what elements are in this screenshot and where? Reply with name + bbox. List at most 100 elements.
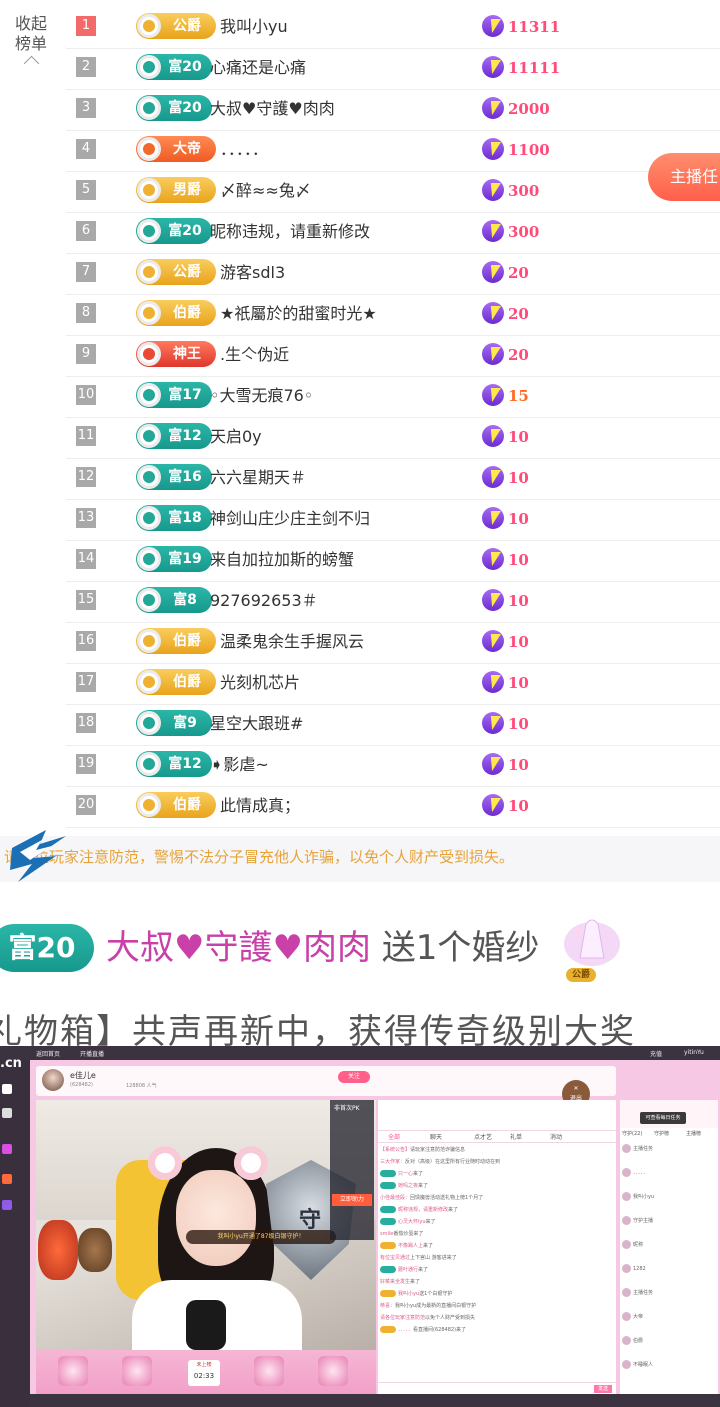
seat-2[interactable] xyxy=(122,1356,152,1386)
ranking-row[interactable]: 1 公爵 我叫小yu 11311 xyxy=(66,7,720,49)
user-name[interactable]: 昵称违规，请重新修改 xyxy=(210,221,370,243)
chat-user[interactable]: 请各位玩家注意防范 xyxy=(380,1315,425,1321)
user-name[interactable]: ★祇屬於的甜蜜时光★ xyxy=(220,303,377,325)
seat-3[interactable] xyxy=(254,1356,284,1386)
user-name[interactable]: ．．．．． xyxy=(220,139,268,161)
chat-tab[interactable]: 聊天 xyxy=(430,1132,442,1141)
ranking-row[interactable]: 9 神王 .生亽伪近 20 xyxy=(66,335,720,377)
send-button[interactable]: 发送 xyxy=(594,1385,612,1393)
user-name[interactable]: 神剑山庄少庄主剑不归 xyxy=(210,508,370,530)
ranking-row[interactable]: 12 富16 六六星期天＃ 10 xyxy=(66,458,720,500)
user-name[interactable]: 游客sdl3 xyxy=(220,262,285,284)
user-name[interactable]: ➧影虐~ xyxy=(210,754,269,776)
ranking-row[interactable]: 8 伯爵 ★祇屬於的甜蜜时光★ 20 xyxy=(66,294,720,336)
chat-user[interactable]: 好菜来全发生 xyxy=(380,1279,410,1285)
guard-list-item[interactable]: 昵称 xyxy=(622,1240,716,1254)
ranking-row[interactable]: 5 男爵 〆醉≈≈兔〆 300 xyxy=(66,171,720,213)
chat-user[interactable]: 有位宝贝通过 xyxy=(380,1255,410,1261)
guard-list-item[interactable]: 主播任务 xyxy=(622,1288,716,1302)
seat-4[interactable] xyxy=(318,1356,348,1386)
ranking-row[interactable]: 19 富12 ➧影虐~ 10 xyxy=(66,745,720,787)
chat-user[interactable]: 我叫小yu xyxy=(398,1291,419,1297)
anchor-avatar[interactable] xyxy=(42,1069,64,1091)
user-name[interactable]: 六六星期天＃ xyxy=(210,467,306,489)
follow-button[interactable]: 关注 xyxy=(338,1071,370,1083)
ranking-row[interactable]: 16 伯爵 温柔鬼余生手握风云 10 xyxy=(66,622,720,664)
seat-1[interactable] xyxy=(58,1356,88,1386)
chat-user[interactable]: 不像踢人上 xyxy=(398,1243,423,1249)
nav-game-icon[interactable] xyxy=(2,1144,12,1154)
chat-user[interactable]: 只一心 xyxy=(398,1171,413,1177)
guard-list-item[interactable]: 伯爵 xyxy=(622,1336,716,1350)
ranking-row[interactable]: 13 富18 神剑山庄少庄主剑不归 10 xyxy=(66,499,720,541)
guard-list-item[interactable]: 主播任务 xyxy=(622,1144,716,1158)
user-name[interactable]: 温柔鬼余生手握风云 xyxy=(220,631,364,653)
ranking-row[interactable]: 3 富20 大叔♥守護♥肉肉 2000 xyxy=(66,89,720,131)
ranking-row[interactable]: 15 富8 927692653＃ 10 xyxy=(66,581,720,623)
chat-user[interactable]: smile xyxy=(380,1231,393,1237)
chat-tab[interactable]: 礼单 xyxy=(510,1132,522,1141)
user-name[interactable]: 心痛还是心痛 xyxy=(210,57,306,79)
lightning-bolt-icon xyxy=(482,753,504,775)
user-name[interactable]: .生亽伪近 xyxy=(220,344,289,366)
user-name[interactable]: 大叔♥守護♥肉肉 xyxy=(210,98,335,120)
user-name[interactable]: 光刻机芯片 xyxy=(220,672,300,694)
chat-user[interactable]: 恭喜： xyxy=(380,1303,395,1309)
chat-tab[interactable]: 点才艺 xyxy=(474,1132,492,1141)
guard-list-item[interactable]: 不睡眠人 xyxy=(622,1360,716,1374)
guard-tab[interactable]: 守护(22) xyxy=(622,1130,642,1137)
guard-list-item[interactable]: 1282 xyxy=(622,1264,716,1278)
home-link[interactable]: 返回首页 xyxy=(36,1049,60,1058)
chat-user[interactable]: 心灵大怀iyu xyxy=(398,1219,426,1225)
ranking-row[interactable]: 20 伯爵 此情成真； 10 xyxy=(66,786,720,828)
open-stream-link[interactable]: 开播直播 xyxy=(80,1049,104,1058)
live-video[interactable]: 守 xyxy=(36,1100,376,1350)
guard-list-item[interactable]: 守护主播 xyxy=(622,1216,716,1230)
ranking-row[interactable]: 14 富19 来自加拉加斯的螃蟹 10 xyxy=(66,540,720,582)
ranking-row[interactable]: 6 富20 昵称违规，请重新修改 300 xyxy=(66,212,720,254)
user-name[interactable]: 〆醉≈≈兔〆 xyxy=(220,180,311,202)
contribution-score: 10 xyxy=(508,510,529,528)
nav-rank-icon[interactable] xyxy=(2,1200,12,1210)
user-name[interactable]: 我叫小yu xyxy=(220,16,288,38)
chat-user[interactable]: 她吗之夜 xyxy=(398,1183,418,1189)
nav-gift-icon[interactable] xyxy=(2,1174,12,1184)
ranking-row[interactable]: 18 富9 星空大跟班# 10 xyxy=(66,704,720,746)
guard-tab[interactable]: 主播榜 xyxy=(686,1130,701,1137)
user-name[interactable]: 天启0y xyxy=(210,426,262,448)
user-name[interactable]: ◦大雪无痕76◦ xyxy=(210,385,313,407)
collapse-ranking-button[interactable]: 收起 榜单 xyxy=(8,14,54,72)
current-user[interactable]: yitinYu xyxy=(684,1049,704,1056)
chat-tab[interactable]: 消动 xyxy=(550,1132,562,1141)
chat-user[interactable]: 小佳最佳段： xyxy=(380,1195,410,1201)
chat-user[interactable]: 蘑叶通行 xyxy=(398,1267,418,1273)
nav-follow-icon[interactable] xyxy=(2,1108,12,1118)
ranking-row[interactable]: 10 富17 ◦大雪无痕76◦ 15 xyxy=(66,376,720,418)
chat-user[interactable]: ．．．．． xyxy=(398,1327,413,1333)
user-name[interactable]: 来自加拉加斯的螃蟹 xyxy=(210,549,354,571)
badge-label: 富12 xyxy=(168,756,202,772)
chat-user[interactable]: 三大作家： xyxy=(380,1159,405,1165)
user-name[interactable]: 此情成真； xyxy=(220,795,300,817)
chat-level-badge xyxy=(380,1266,396,1273)
user-name[interactable]: 927692653＃ xyxy=(210,590,318,612)
user-name[interactable]: 星空大跟班# xyxy=(210,713,303,735)
nav-home-icon[interactable] xyxy=(2,1084,12,1094)
guard-tab[interactable]: 守护榜 xyxy=(654,1130,669,1137)
chat-tab[interactable]: 全部 xyxy=(388,1132,400,1141)
contribution-score: 15 xyxy=(508,387,529,405)
ranking-row[interactable]: 11 富12 天启0y 10 xyxy=(66,417,720,459)
chat-user[interactable]: 【系统公告】 xyxy=(380,1147,410,1153)
ranking-row[interactable]: 17 伯爵 光刻机芯片 10 xyxy=(66,663,720,705)
pk-boost-button[interactable]: 立即助力 xyxy=(332,1194,372,1206)
guard-list-item[interactable]: ．．．．． xyxy=(622,1168,716,1182)
recharge-link[interactable]: 充值 xyxy=(650,1049,662,1058)
guard-list-item[interactable]: 大帝 xyxy=(622,1312,716,1326)
ranking-row[interactable]: 2 富20 心痛还是心痛 11111 xyxy=(66,48,720,90)
ranking-row[interactable]: 7 公爵 游客sdl3 20 xyxy=(66,253,720,295)
guard-list-item[interactable]: 我叫小yu xyxy=(622,1192,716,1206)
anchor-task-button[interactable]: 主播任 xyxy=(648,153,720,201)
ranking-row[interactable]: 4 大帝 ．．．．． 1100 xyxy=(66,130,720,172)
chat-message: 她吗之夜来了 xyxy=(380,1180,614,1192)
chat-user[interactable]: 昵称违规，请重新修改 xyxy=(398,1207,448,1213)
